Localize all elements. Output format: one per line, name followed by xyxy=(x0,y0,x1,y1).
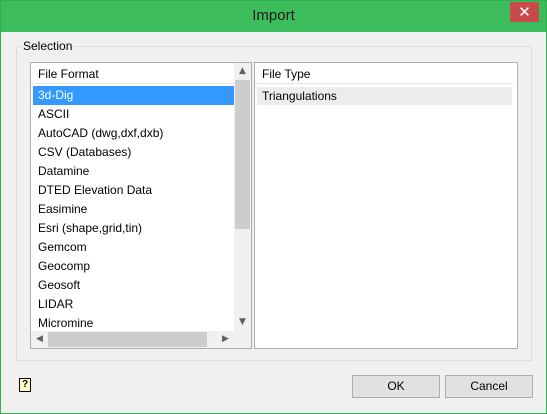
list-item-geosoft[interactable]: Geosoft xyxy=(33,276,234,295)
list-item-3d-dig[interactable]: 3d-Dig xyxy=(33,86,234,105)
vertical-scroll-thumb[interactable] xyxy=(235,80,250,229)
list-item-csv[interactable]: CSV (Databases) xyxy=(33,143,234,162)
list-item-esri[interactable]: Esri (shape,grid,tin) xyxy=(33,219,234,238)
scroll-down-icon[interactable]: ▼ xyxy=(234,314,251,331)
cancel-button[interactable]: Cancel xyxy=(445,375,533,398)
close-button[interactable]: ✕ xyxy=(510,2,539,22)
file-type-header[interactable]: File Type xyxy=(255,63,513,84)
import-dialog: Import ✕ Selection File Format 3d-Dig AS… xyxy=(0,0,547,414)
title-bar[interactable]: Import ✕ xyxy=(1,1,546,32)
selection-group-label: Selection xyxy=(22,39,74,53)
vertical-scrollbar[interactable]: ▲ ▼ xyxy=(234,63,251,331)
file-type-list[interactable]: File Type Triangulations xyxy=(254,62,518,349)
list-item-easimine[interactable]: Easimine xyxy=(33,200,234,219)
list-item-ascii[interactable]: ASCII xyxy=(33,105,234,124)
list-item-dted[interactable]: DTED Elevation Data xyxy=(33,181,234,200)
scroll-right-icon[interactable]: ▶ xyxy=(217,331,234,348)
list-item-datamine[interactable]: Datamine xyxy=(33,162,234,181)
scroll-left-icon[interactable]: ◀ xyxy=(31,331,48,348)
horizontal-scrollbar[interactable]: ◀ ▶ xyxy=(31,331,234,348)
list-item-autocad[interactable]: AutoCAD (dwg,dxf,dxb) xyxy=(33,124,234,143)
file-format-header[interactable]: File Format xyxy=(31,63,234,84)
horizontal-scroll-thumb[interactable] xyxy=(48,332,207,347)
file-format-items: 3d-Dig ASCII AutoCAD (dwg,dxf,dxb) CSV (… xyxy=(33,86,234,333)
window-title: Import xyxy=(252,7,295,24)
list-item-triangulations[interactable]: Triangulations xyxy=(257,87,512,105)
file-format-list[interactable]: File Format 3d-Dig ASCII AutoCAD (dwg,dx… xyxy=(30,62,252,349)
ok-button[interactable]: OK xyxy=(352,375,440,398)
list-item-lidar[interactable]: LIDAR xyxy=(33,295,234,314)
dialog-body: Selection File Format 3d-Dig ASCII AutoC… xyxy=(8,32,539,408)
help-icon[interactable]: ? xyxy=(19,378,31,392)
list-item-gemcom[interactable]: Gemcom xyxy=(33,238,234,257)
scroll-up-icon[interactable]: ▲ xyxy=(234,63,251,80)
list-item-geocomp[interactable]: Geocomp xyxy=(33,257,234,276)
scrollbar-corner xyxy=(234,331,251,348)
